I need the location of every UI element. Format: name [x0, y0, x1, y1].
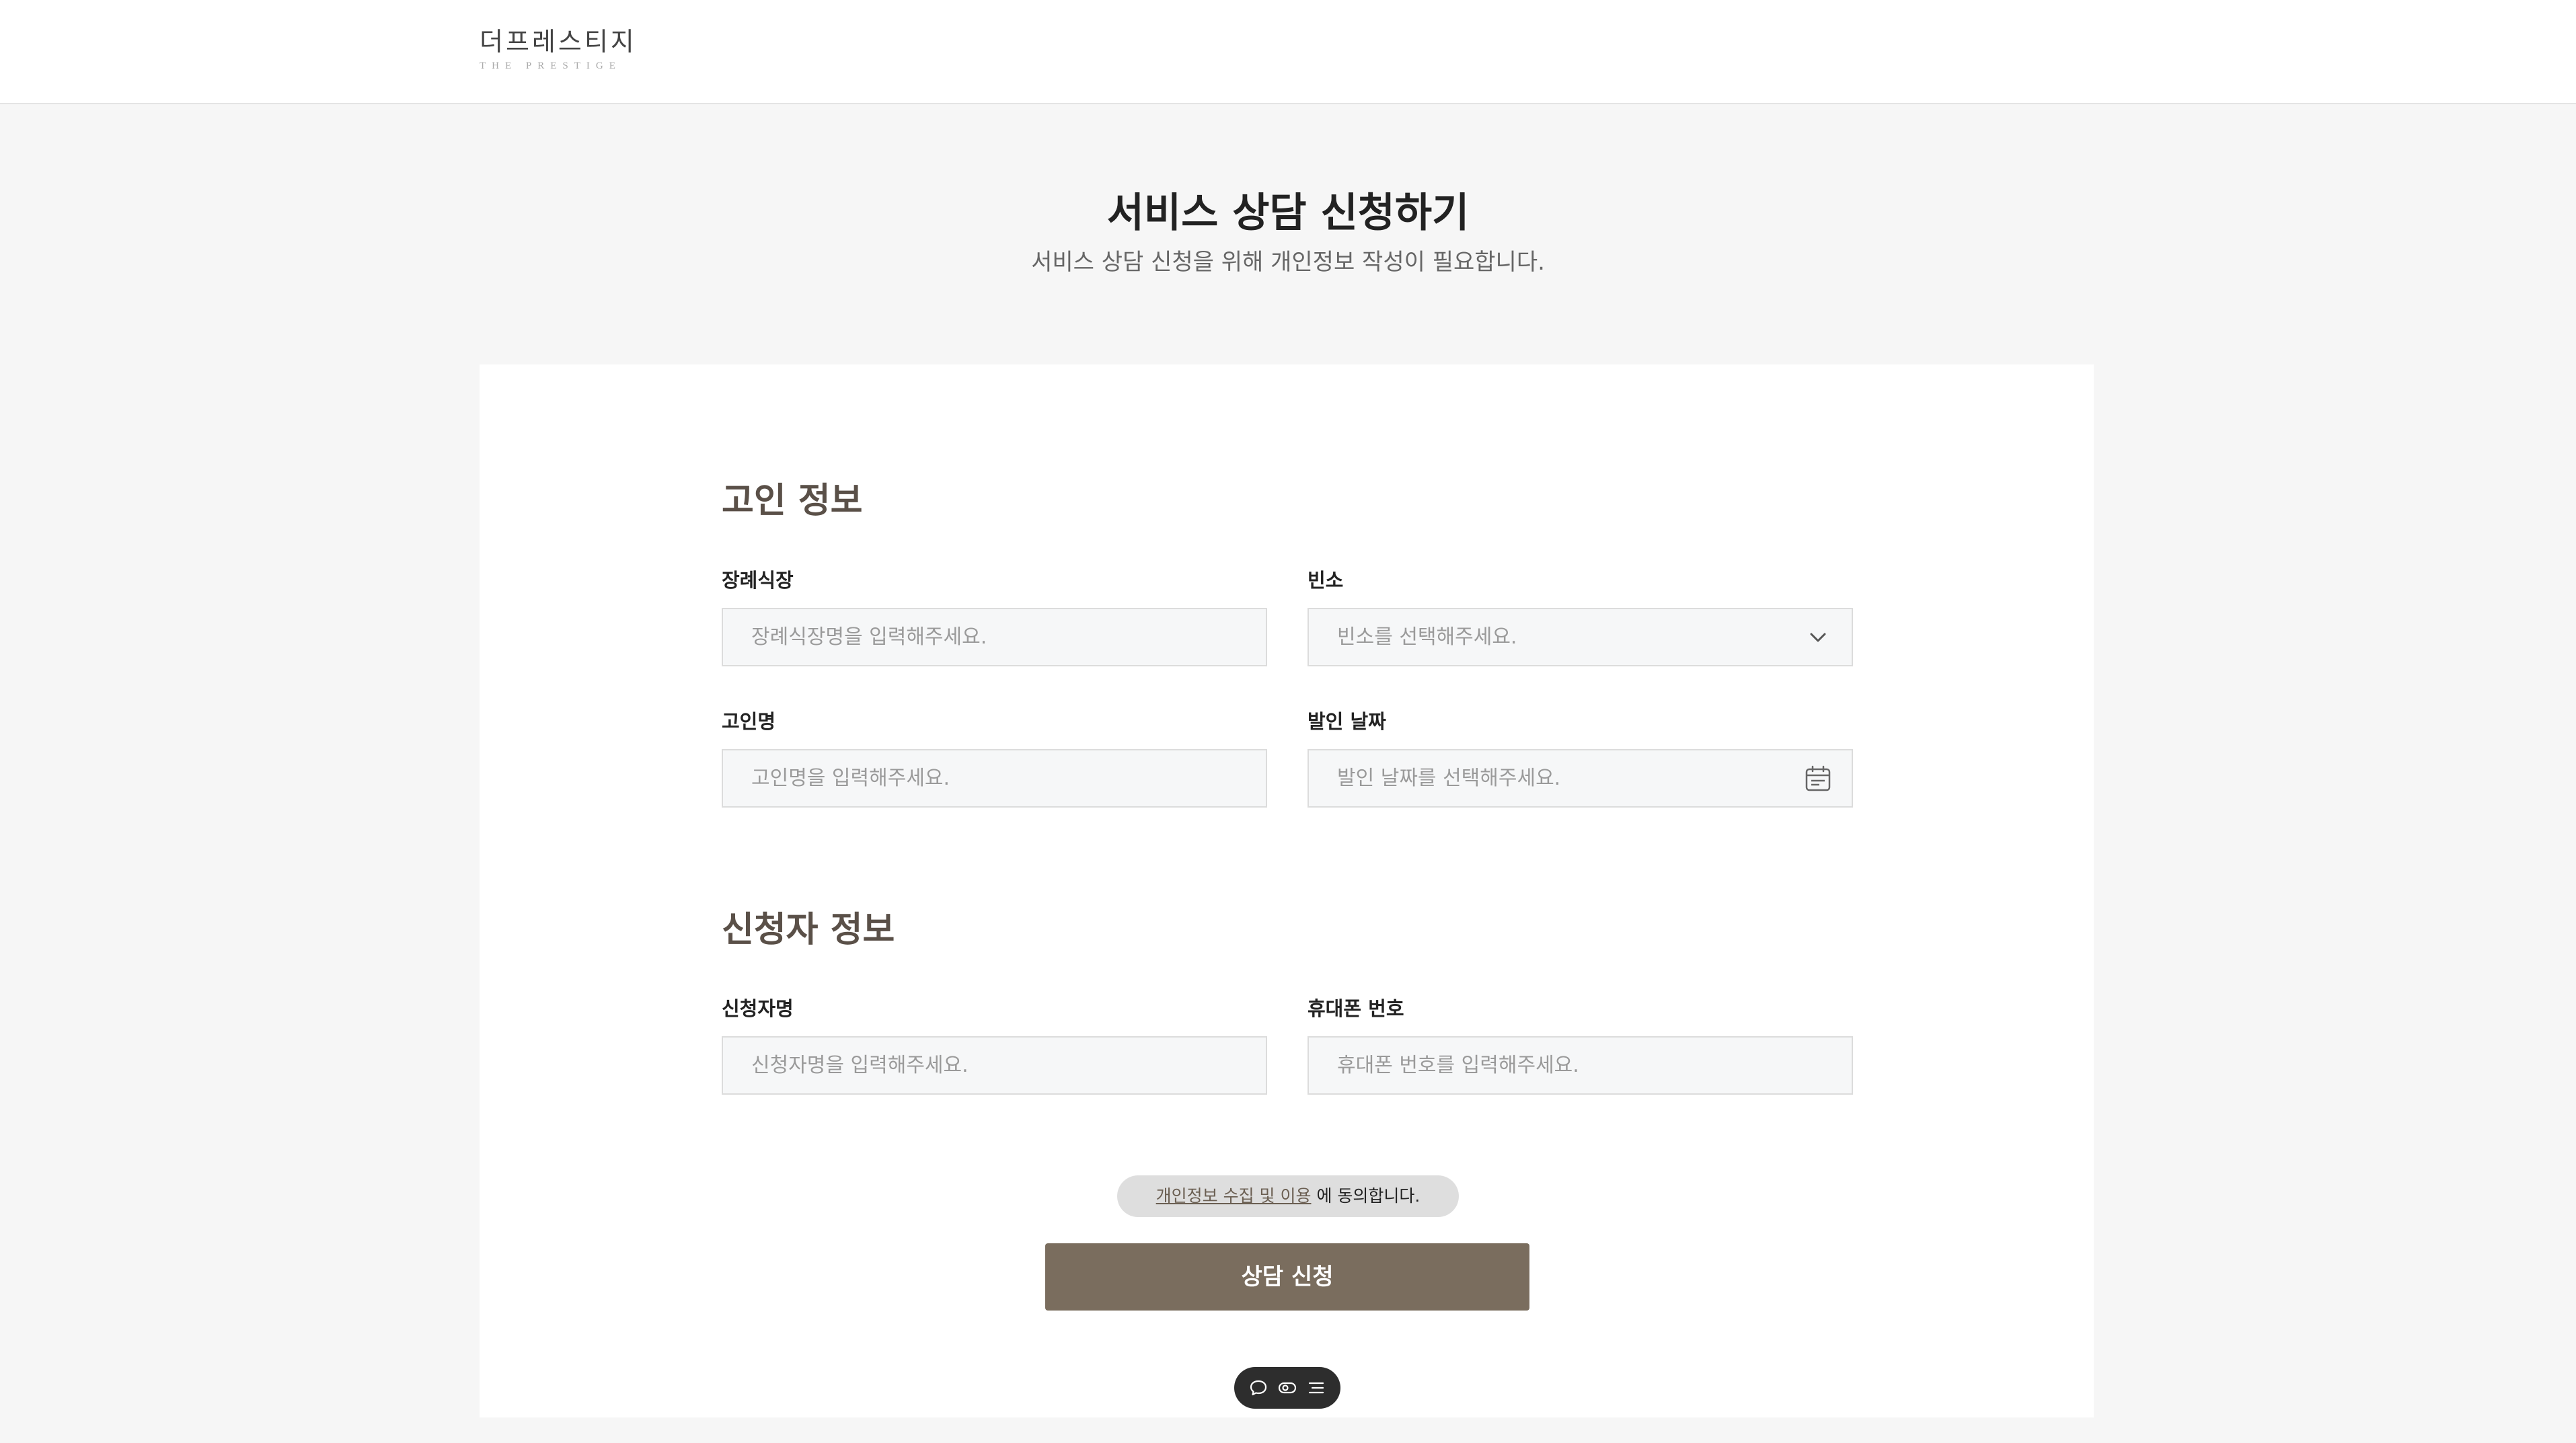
site-header: 더프레스티지 THE PRESTIGE — [0, 0, 2576, 104]
brand-logo[interactable]: 더프레스티지 THE PRESTIGE — [480, 27, 637, 72]
funeral-date-picker[interactable]: 발인 날짜를 선택해주세요. — [1308, 749, 1853, 808]
phone-placeholder: 휴대폰 번호를 입력해주세요. — [1337, 1054, 1579, 1077]
deceased-name-label: 고인명 — [722, 710, 776, 733]
funeral-date-label: 발인 날짜 — [1308, 710, 1386, 733]
logo-english-text: THE PRESTIGE — [480, 60, 621, 71]
menu-list-icon[interactable] — [1305, 1377, 1327, 1399]
page-title: 서비스 상담 신청하기 — [1106, 190, 1470, 237]
privacy-policy-link[interactable]: 개인정보 수집 및 이용 — [1156, 1186, 1312, 1206]
applicant-section-title: 신청자 정보 — [722, 910, 895, 950]
deceased-name-input[interactable]: 고인명을 입력해주세요. — [722, 749, 1267, 808]
applicant-name-label: 신청자명 — [722, 997, 794, 1020]
deceased-section-title: 고인 정보 — [722, 481, 863, 521]
mortuary-select[interactable]: 빈소를 선택해주세요. — [1308, 608, 1853, 666]
funeral-hall-input[interactable]: 장례식장명을 입력해주세요. — [722, 608, 1267, 666]
mortuary-placeholder: 빈소를 선택해주세요. — [1337, 625, 1517, 649]
applicant-name-input[interactable]: 신청자명을 입력해주세요. — [722, 1036, 1267, 1095]
funeral-date-placeholder: 발인 날짜를 선택해주세요. — [1337, 767, 1561, 790]
calendar-icon[interactable] — [1803, 764, 1833, 793]
privacy-consent-toggle[interactable]: 개인정보 수집 및 이용 에 동의합니다. — [1117, 1175, 1459, 1217]
page-subtitle: 서비스 상담 신청을 위해 개인정보 작성이 필요합니다. — [1031, 249, 1545, 276]
logo-korean-text: 더프레스티지 — [480, 27, 637, 56]
deceased-name-placeholder: 고인명을 입력해주세요. — [751, 767, 950, 790]
floating-toolbar — [1234, 1367, 1340, 1409]
submit-consultation-button[interactable]: 상담 신청 — [1045, 1243, 1529, 1311]
phone-label: 휴대폰 번호 — [1308, 997, 1404, 1020]
mortuary-label: 빈소 — [1308, 569, 1344, 592]
consent-suffix-text: 에 동의합니다. — [1311, 1186, 1420, 1206]
chat-bubble-icon[interactable] — [1248, 1377, 1269, 1399]
phone-input[interactable]: 휴대폰 번호를 입력해주세요. — [1308, 1036, 1853, 1095]
funeral-hall-label: 장례식장 — [722, 569, 794, 592]
chevron-down-icon — [1810, 633, 1826, 642]
applicant-name-placeholder: 신청자명을 입력해주세요. — [751, 1054, 969, 1077]
toggle-icon[interactable] — [1277, 1377, 1298, 1399]
funeral-hall-placeholder: 장례식장명을 입력해주세요. — [751, 625, 987, 649]
